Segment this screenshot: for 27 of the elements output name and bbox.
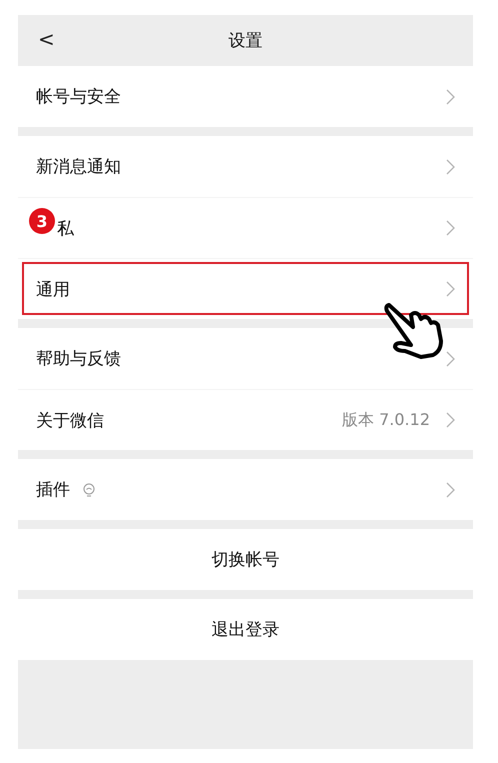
setting-label: 通用 [36, 278, 70, 300]
chevron-right-icon [446, 482, 455, 498]
setting-row[interactable]: 帮助与反馈 [18, 328, 473, 389]
page-title: 设置 [228, 30, 262, 52]
step-badge: 3 [29, 208, 55, 234]
chevron-right-icon [446, 281, 455, 297]
action-button[interactable]: 切换帐号 [212, 548, 280, 571]
setting-label: 关于微信 [36, 410, 104, 432]
version-text: 版本 7.0.12 [342, 410, 430, 430]
setting-label: 插件 [36, 479, 70, 501]
chevron-right-icon [446, 88, 455, 104]
back-button[interactable]: < [38, 27, 55, 51]
setting-label: 私 [57, 218, 74, 240]
setting-row[interactable]: 新消息通知 [18, 136, 473, 197]
setting-label: 帮助与反馈 [36, 348, 121, 370]
highlighted-setting-row[interactable]: 通用 [18, 258, 473, 319]
setting-row[interactable]: 3 私 [18, 197, 473, 258]
chevron-right-icon [446, 158, 455, 174]
action-button[interactable]: 退出登录 [212, 618, 280, 641]
setting-label: 帐号与安全 [36, 86, 121, 108]
setting-row[interactable]: 插件 [18, 459, 473, 520]
chevron-right-icon [446, 412, 455, 428]
setting-row[interactable]: 帐号与安全 [18, 66, 473, 127]
setting-label: 新消息通知 [36, 156, 121, 178]
chevron-right-icon [446, 350, 455, 366]
chevron-right-icon [446, 220, 455, 236]
setting-row[interactable]: 关于微信 版本 7.0.12 [18, 389, 473, 450]
